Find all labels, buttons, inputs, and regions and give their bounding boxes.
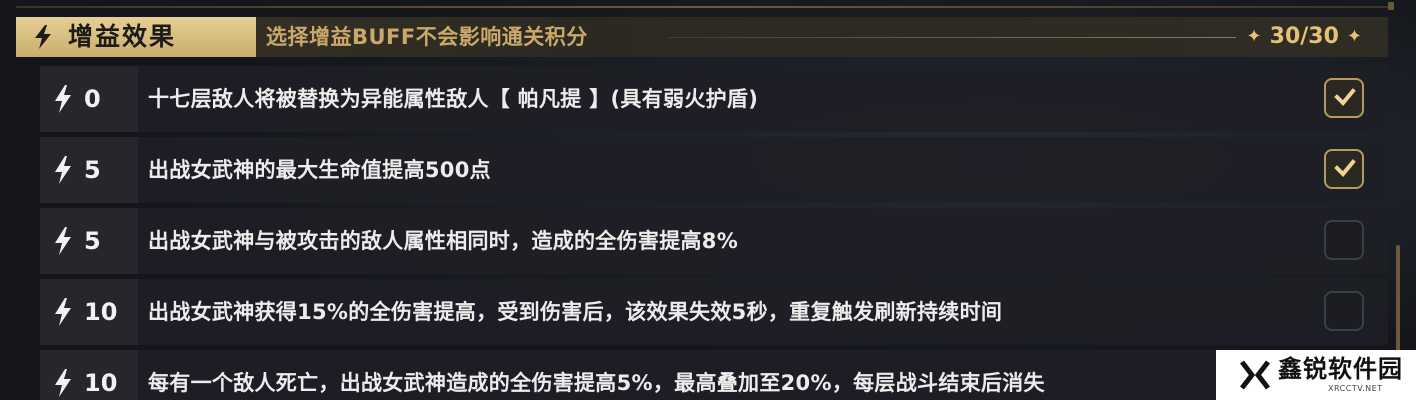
buff-desc-cell: 出战女武神与被攻击的敌人属性相同时，造成的全伤害提高8% [138,208,1388,274]
watermark-name: 鑫锐软件园 [1278,355,1403,383]
buff-header: 增益效果 选择增益BUFF不会影响通关积分 ✦ 30/30 ✦ [16,17,1388,57]
buff-cost: 5 [84,227,101,255]
buff-row[interactable]: 10 每有一个敌人死亡，出战女武神造成的全伤害提高5%，最高叠加至20%，每层战… [40,350,1388,400]
buff-description: 出战女武神获得15%的全伤害提高，受到伤害后，该效果失效5秒，重复触发刷新持续时… [148,300,1003,324]
lightning-bolt-icon [55,369,71,397]
lightning-bolt-icon [35,25,51,49]
buff-row[interactable]: 5 出战女武神的最大生命值提高500点 [40,137,1388,203]
buff-cost-cell: 5 [40,137,138,203]
watermark-logo-icon [1240,360,1270,390]
buff-cost-cell: 5 [40,208,138,274]
buff-cost-cell: 0 [40,66,138,132]
buff-desc-cell: 出战女武神获得15%的全伤害提高，受到伤害后，该效果失效5秒，重复触发刷新持续时… [138,279,1388,345]
buff-selection-panel: 增益效果 选择增益BUFF不会影响通关积分 ✦ 30/30 ✦ 0 十七层敌人将… [0,0,1416,400]
lightning-bolt-icon [55,227,71,255]
buff-row[interactable]: 0 十七层敌人将被替换为异能属性敌人【 帕凡提 】(具有弱火护盾) [40,66,1388,132]
header-rule [668,37,1236,38]
buff-checkbox-checked[interactable] [1324,149,1364,189]
top-divider-cap [1388,2,1394,10]
buff-row[interactable]: 10 出战女武神获得15%的全伤害提高，受到伤害后，该效果失效5秒，重复触发刷新… [40,279,1388,345]
buff-header-note: 选择增益BUFF不会影响通关积分 [266,25,588,49]
buff-description: 出战女武神与被攻击的敌人属性相同时，造成的全伤害提高8% [148,229,739,253]
buff-row[interactable]: 5 出战女武神与被攻击的敌人属性相同时，造成的全伤害提高8% [40,208,1388,274]
buff-description: 每有一个敌人死亡，出战女武神造成的全伤害提高5%，最高叠加至20%，每层战斗结束… [148,371,1045,395]
buff-checkbox-checked[interactable] [1324,78,1364,118]
checkmark-icon [1334,88,1356,106]
watermark-sub: XRCCTV.NET [1328,384,1383,393]
buff-cost: 10 [84,298,118,326]
buff-description: 出战女武神的最大生命值提高500点 [148,158,491,182]
buff-desc-cell: 出战女武神的最大生命值提高500点 [138,137,1388,203]
buff-desc-cell: 每有一个敌人死亡，出战女武神造成的全伤害提高5%，最高叠加至20%，每层战斗结束… [138,350,1388,400]
buff-cost: 5 [84,156,101,184]
lightning-bolt-icon [55,156,71,184]
checkmark-icon [1334,159,1356,177]
lightning-bolt-icon [55,85,71,113]
buff-cost-cell: 10 [40,350,138,400]
buff-cost: 10 [84,369,118,397]
top-divider [16,6,1388,8]
star-icon: ✦ [1346,26,1362,47]
buff-checkbox-unchecked[interactable] [1324,220,1364,260]
buff-desc-cell: 十七层敌人将被替换为异能属性敌人【 帕凡提 】(具有弱火护盾) [138,66,1388,132]
score-value: 30/30 [1269,24,1339,49]
buff-header-tab: 增益效果 [16,17,256,57]
lightning-bolt-icon [55,298,71,326]
buff-cost: 0 [84,85,101,113]
star-icon: ✦ [1246,26,1262,47]
buff-description: 十七层敌人将被替换为异能属性敌人【 帕凡提 】(具有弱火护盾) [148,87,759,111]
buff-header-title: 增益效果 [68,22,177,51]
buff-cost-cell: 10 [40,279,138,345]
buff-checkbox-unchecked[interactable] [1324,291,1364,331]
score-display: ✦ 30/30 ✦ [1247,21,1362,53]
watermark: 鑫锐软件园 XRCCTV.NET [1216,350,1416,400]
